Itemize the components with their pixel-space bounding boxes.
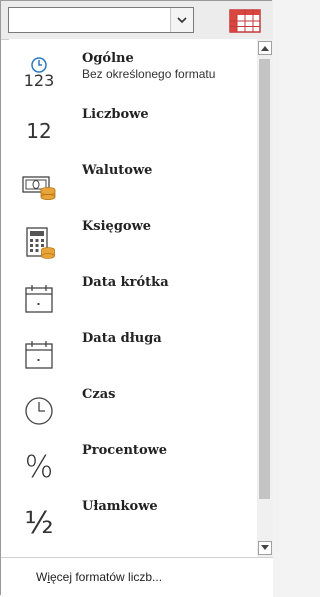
table-grid-icon (229, 9, 261, 33)
format-item-accounting[interactable]: Księgowe (9, 213, 257, 269)
format-item-long-date[interactable]: Data długa (9, 325, 257, 381)
currency-icon (19, 167, 59, 207)
calculator-icon (19, 223, 59, 263)
clock-123-icon: 123 (19, 55, 59, 95)
format-label: Ułamkowe (82, 499, 158, 514)
scroll-down-button[interactable] (258, 541, 272, 555)
format-label: Liczbowe (82, 107, 149, 122)
format-label: Data krótka (82, 275, 169, 290)
icon-text: % (24, 449, 54, 485)
format-label: Walutowe (82, 163, 153, 178)
number-12-icon: 12 (19, 111, 59, 151)
combo-dropdown-button[interactable] (170, 8, 193, 32)
format-label: Ogólne (82, 51, 134, 66)
format-item-percent[interactable]: % Procentowe (9, 437, 257, 493)
number-format-combo[interactable] (8, 7, 194, 33)
calendar-icon (19, 279, 59, 319)
scroll-thumb[interactable] (259, 59, 270, 499)
format-item-time[interactable]: Czas (9, 381, 257, 437)
format-item-fraction[interactable]: ½ Ułamkowe (9, 493, 257, 549)
format-sample: Bez określonego formatu (82, 67, 216, 81)
icon-text: 12 (26, 119, 52, 143)
number-format-input[interactable] (11, 10, 171, 30)
conditional-format-button[interactable] (228, 8, 262, 34)
calendar-icon (19, 335, 59, 375)
more-formats-rest: ęcej formatów liczb... (50, 570, 163, 584)
more-formats-first: W (36, 570, 48, 584)
toolbar (1, 1, 273, 40)
scroll-up-button[interactable] (258, 41, 272, 55)
chevron-down-icon (261, 545, 269, 550)
footer: Więcej formatów liczb... (1, 557, 273, 597)
chevron-down-icon (177, 17, 187, 24)
format-item-general[interactable]: 123 Ogólne Bez określonego formatu (9, 45, 257, 101)
clock-icon (19, 391, 59, 431)
vertical-scrollbar[interactable] (257, 39, 273, 557)
format-label: Czas (82, 387, 116, 402)
icon-text: ½ (24, 505, 54, 541)
format-item-currency[interactable]: Walutowe (9, 157, 257, 213)
format-label: Księgowe (82, 219, 152, 234)
more-number-formats-link[interactable]: Więcej formatów liczb... (36, 570, 162, 584)
number-format-dropdown: 123 Ogólne Bez określonego formatu 12 Li… (0, 0, 273, 597)
format-item-number[interactable]: 12 Liczbowe (9, 101, 257, 157)
format-label: Procentowe (82, 443, 168, 458)
fraction-icon: ½ (19, 503, 59, 543)
percent-icon: % (19, 447, 59, 487)
icon-text: 123 (23, 71, 55, 90)
chevron-up-icon (261, 46, 269, 51)
format-label: Data długa (82, 331, 162, 346)
number-format-list: 123 Ogólne Bez określonego formatu 12 Li… (9, 39, 257, 557)
format-item-short-date[interactable]: Data krótka (9, 269, 257, 325)
